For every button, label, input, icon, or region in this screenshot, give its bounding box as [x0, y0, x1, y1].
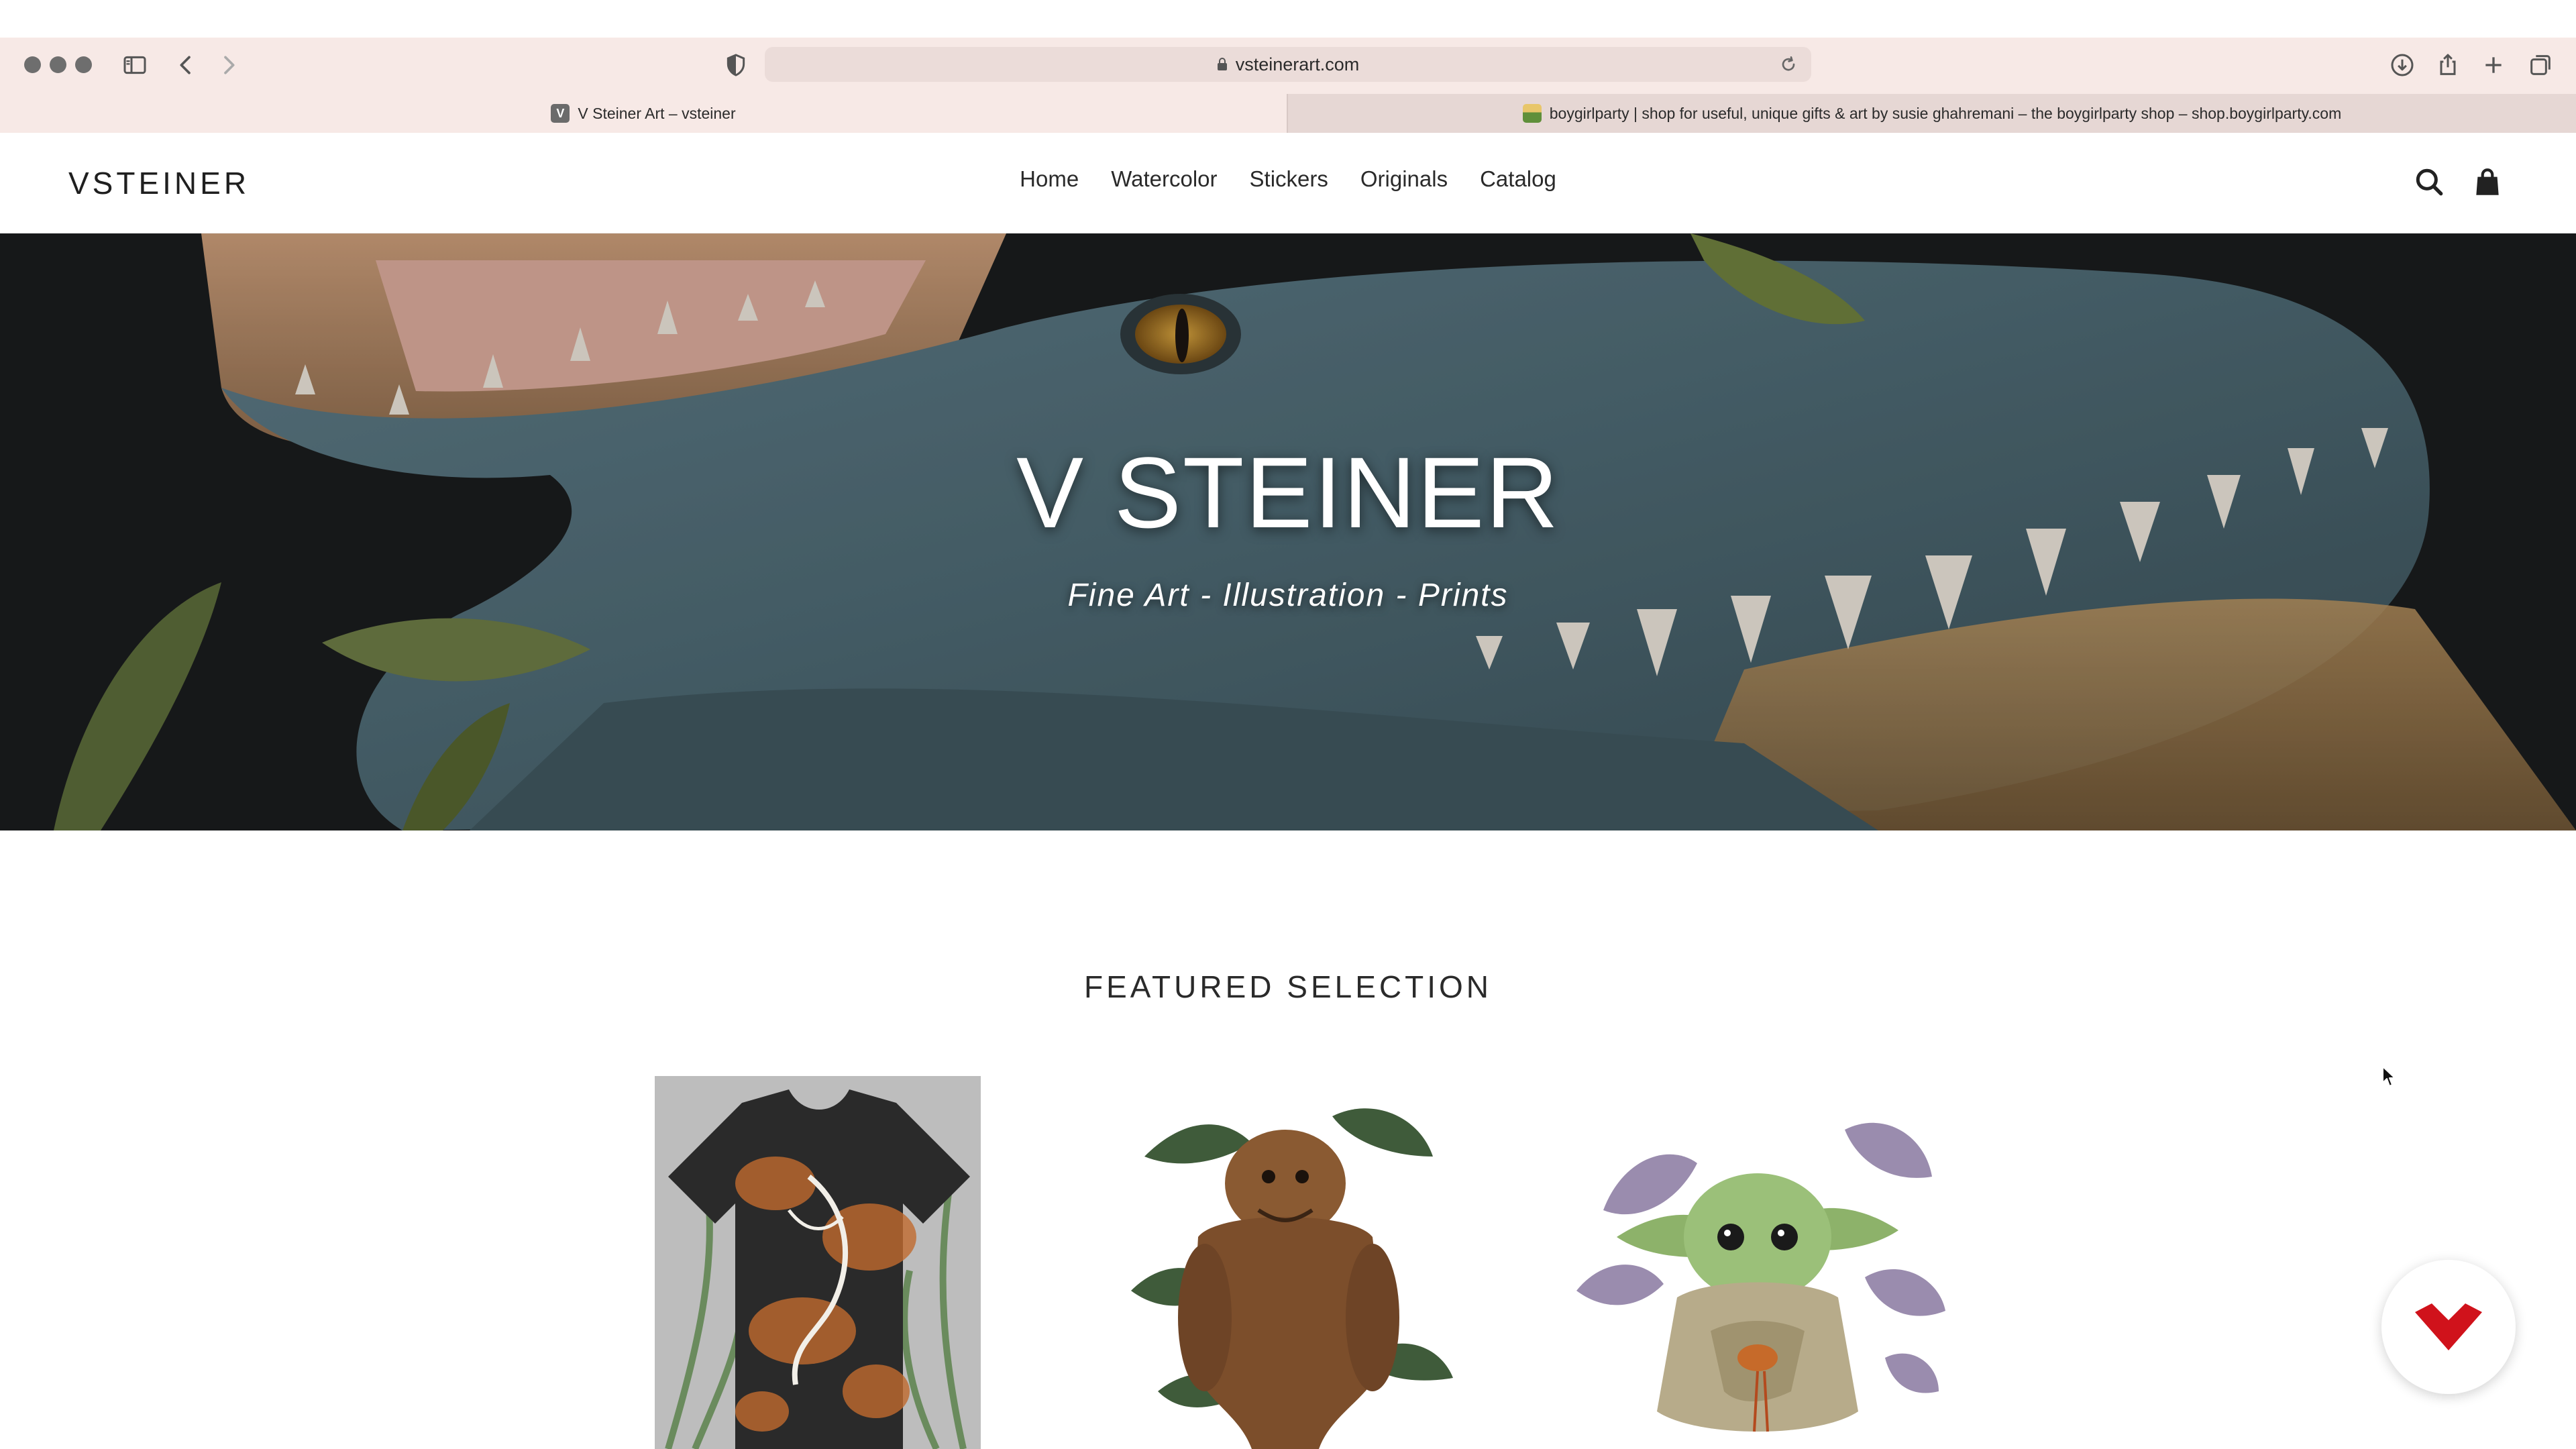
sidebar-icon[interactable] — [119, 50, 150, 80]
tab-vsteiner[interactable]: V V Steiner Art – vsteiner — [0, 94, 1287, 133]
maximize-dot[interactable] — [75, 56, 92, 73]
vsteiner-favicon-icon: V — [551, 104, 570, 123]
mouse-pointer-icon — [2382, 1066, 2396, 1087]
browser-top-strip — [0, 0, 2576, 38]
download-icon[interactable] — [2387, 50, 2418, 80]
baby-alien-image — [1563, 1076, 1949, 1449]
nav-watercolor[interactable]: Watercolor — [1111, 166, 1217, 192]
search-icon[interactable] — [2411, 164, 2449, 201]
boygirlparty-favicon-icon — [1522, 104, 1542, 123]
tab-title: boygirlparty | shop for useful, unique g… — [1549, 104, 2342, 122]
cart-icon[interactable] — [2469, 164, 2506, 201]
close-dot[interactable] — [24, 56, 41, 73]
tab-title: V Steiner Art – vsteiner — [578, 104, 736, 122]
tshirt-image — [655, 1076, 981, 1449]
hero-subtitle: Fine Art - Illustration - Prints — [1067, 578, 1509, 613]
site-logo[interactable]: VSTEINER — [68, 165, 250, 201]
nav-catalog[interactable]: Catalog — [1480, 166, 1556, 192]
minimize-dot[interactable] — [50, 56, 66, 73]
hero-title: V STEINER — [1016, 436, 1560, 549]
new-tab-icon[interactable] — [2478, 50, 2509, 80]
url-text: vsteinerart.com — [1235, 54, 1360, 74]
tab-boygirlparty[interactable]: boygirlparty | shop for useful, unique g… — [1287, 94, 2576, 133]
back-icon[interactable] — [170, 50, 201, 80]
reload-icon[interactable] — [1778, 54, 1799, 75]
main-nav: Home Watercolor Stickers Originals Catal… — [1006, 166, 1570, 192]
creature-image — [1118, 1076, 1457, 1449]
tabs-overview-icon[interactable] — [2525, 50, 2556, 80]
chat-widget-button[interactable] — [2381, 1260, 2516, 1394]
chat-heart-icon — [2415, 1303, 2482, 1350]
nav-home[interactable]: Home — [1020, 166, 1079, 192]
product-creature-print[interactable] — [1118, 1076, 1457, 1449]
product-baby-alien-print[interactable] — [1563, 1076, 1949, 1449]
lock-icon — [1217, 58, 1227, 70]
featured-heading: FEATURED SELECTION — [1084, 969, 1492, 1004]
nav-stickers[interactable]: Stickers — [1250, 166, 1328, 192]
shield-icon[interactable] — [720, 50, 751, 80]
nav-originals[interactable]: Originals — [1360, 166, 1448, 192]
forward-icon[interactable] — [213, 50, 244, 80]
tab-bar: V V Steiner Art – vsteiner boygirlparty … — [0, 94, 2576, 133]
site-header: VSTEINER Home Watercolor Stickers Origin… — [0, 133, 2576, 233]
hero-banner: V STEINER Fine Art - Illustration - Prin… — [0, 233, 2576, 830]
product-tshirt[interactable] — [655, 1076, 981, 1449]
share-icon[interactable] — [2432, 50, 2463, 80]
address-bar[interactable]: vsteinerart.com — [765, 47, 1811, 82]
